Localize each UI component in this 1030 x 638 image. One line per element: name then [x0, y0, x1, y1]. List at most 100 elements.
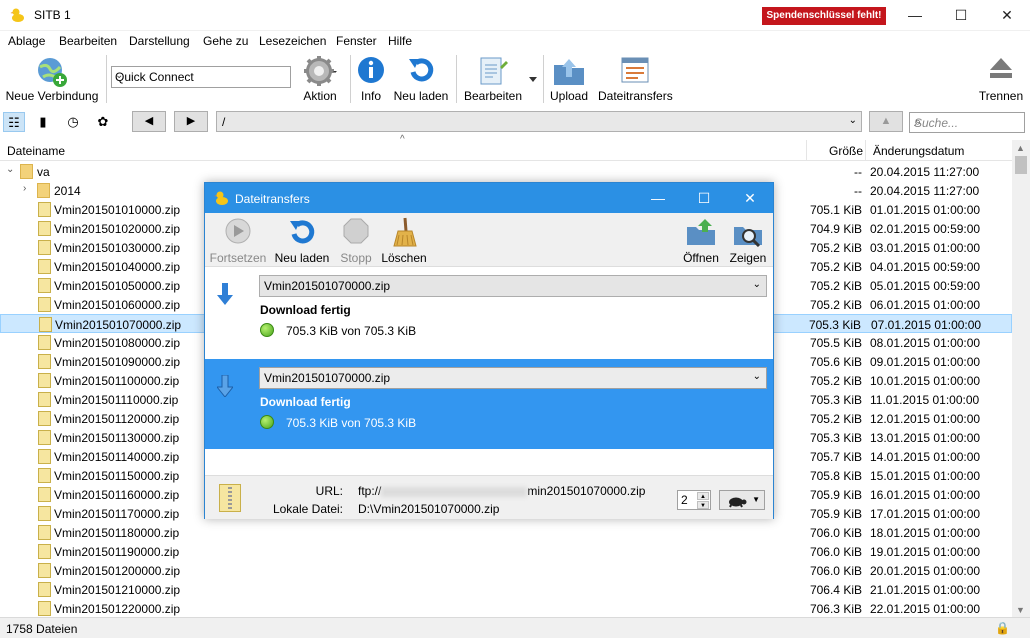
file-modified-date: 03.01.2015 01:00:00 — [870, 241, 981, 255]
chevron-down-icon: ⌄ — [848, 115, 857, 126]
file-count: 1758 Dateien — [6, 622, 78, 636]
redacted-url-part — [381, 486, 528, 497]
resume-icon — [225, 218, 251, 244]
collapsed-chevron-icon[interactable]: › — [23, 183, 26, 194]
minimize-button[interactable]: — — [892, 0, 938, 31]
clear-button[interactable]: Löschen — [379, 215, 429, 265]
menu-lesezeichen[interactable]: Lesezeichen — [259, 34, 326, 48]
transfer-item[interactable]: Vmin201501070000.zip ⌄ Download fertig 7… — [205, 267, 773, 357]
transfer-file-combo[interactable]: Vmin201501070000.zip ⌄ — [259, 367, 767, 389]
dialog-close-button[interactable]: ✕ — [727, 183, 773, 213]
disconnect-button[interactable]: Trennen — [976, 53, 1026, 105]
file-modified-date: 07.01.2015 01:00:00 — [871, 318, 982, 332]
new-connection-label: Neue Verbindung — [5, 89, 99, 103]
file-modified-date: 16.01.2015 01:00:00 — [870, 488, 981, 502]
connections-stepper[interactable]: 2 ▲ ▼ — [677, 490, 711, 510]
menu-darstellung[interactable]: Darstellung — [129, 34, 190, 48]
file-row[interactable]: Vmin201501220000.zip 706.3 KiB 22.01.2015 … — [0, 599, 1012, 617]
open-button[interactable]: Öffnen — [681, 215, 721, 265]
transfer-item-selected[interactable]: Vmin201501070000.zip ⌄ Download fertig 7… — [205, 359, 773, 449]
menu-hilfe[interactable]: Hilfe — [388, 34, 412, 48]
menu-gehe-zu[interactable]: Gehe zu — [203, 34, 248, 48]
zip-file-icon — [38, 582, 51, 597]
upload-button[interactable]: Upload — [546, 53, 592, 105]
title-bar: SITB 1 Spendenschlüssel fehlt! — ☐ ✕ — [0, 0, 1030, 31]
bandwidth-select[interactable]: ▼ — [719, 490, 765, 510]
browser-view-icon[interactable]: ☷ — [3, 112, 25, 132]
zip-file-icon — [38, 373, 51, 388]
file-modified-date: 01.01.2015 01:00:00 — [870, 203, 981, 217]
bonjour-icon[interactable]: ✿ — [92, 112, 114, 132]
file-row[interactable]: Vmin201501180000.zip 706.0 KiB 18.01.2015 … — [0, 523, 1012, 542]
menu-bearbeiten[interactable]: Bearbeiten — [59, 34, 117, 48]
stepper-up-icon[interactable]: ▲ — [697, 492, 709, 500]
stop-button[interactable]: Stopp — [337, 215, 375, 265]
file-row[interactable]: Vmin201501190000.zip 706.0 KiB 19.01.2015 … — [0, 542, 1012, 561]
resume-button[interactable]: Fortsetzen — [209, 215, 267, 265]
scroll-thumb[interactable] — [1015, 156, 1027, 174]
file-size: 705.2 KiB — [809, 374, 862, 388]
dialog-reload-button[interactable]: Neu laden — [271, 215, 333, 265]
upload-folder-icon — [554, 59, 584, 85]
file-name: Vmin201501050000.zip — [54, 279, 181, 293]
edit-button[interactable]: Bearbeiten — [462, 53, 524, 105]
back-button[interactable]: ◀ — [132, 111, 166, 132]
scroll-down-arrow-icon[interactable]: ▼ — [1016, 605, 1025, 615]
file-name: va — [37, 165, 50, 179]
file-name: Vmin201501010000.zip — [54, 203, 181, 217]
transfers-button[interactable]: Dateitransfers — [598, 53, 673, 105]
close-button[interactable]: ✕ — [984, 0, 1030, 31]
column-separator[interactable] — [806, 140, 807, 161]
lock-icon: 🔒 — [995, 621, 1010, 635]
reload-button[interactable]: Neu laden — [392, 53, 450, 105]
search-input[interactable]: Suche... ⌕ — [909, 112, 1025, 133]
history-clock-icon[interactable]: ◷ — [62, 112, 84, 132]
parent-directory-button[interactable]: ▲ — [869, 111, 903, 132]
zip-file-icon — [38, 468, 51, 483]
file-modified-date: 12.01.2015 01:00:00 — [870, 412, 981, 426]
action-button[interactable]: Aktion — [294, 53, 346, 105]
turtle-icon — [729, 497, 747, 508]
file-modified-date: 09.01.2015 01:00:00 — [870, 355, 981, 369]
file-name: Vmin201501210000.zip — [54, 583, 181, 597]
vertical-scrollbar[interactable]: ▲ ▼ — [1012, 140, 1030, 618]
dialog-maximize-button[interactable]: ☐ — [681, 183, 727, 213]
path-combo[interactable]: / ⌄ — [216, 111, 862, 132]
dialog-reload-label: Neu laden — [274, 251, 330, 265]
transfer-file-combo[interactable]: Vmin201501070000.zip ⌄ — [259, 275, 767, 297]
info-button[interactable]: Info — [354, 53, 388, 105]
folder-row[interactable]: ⌄ va -- 20.04.2015 11:27:00 — [0, 162, 1012, 181]
file-size: 705.3 KiB — [808, 318, 861, 332]
scroll-up-arrow-icon[interactable]: ▲ — [1016, 143, 1025, 153]
forward-button[interactable]: ▶ — [174, 111, 208, 132]
column-size[interactable]: Größe — [829, 144, 863, 158]
bookmarks-icon[interactable]: ▮ — [32, 112, 54, 132]
chevron-down-icon: ⌄ — [752, 371, 761, 382]
globe-icon — [38, 58, 67, 87]
file-size: -- — [854, 184, 862, 198]
donate-key-missing-button[interactable]: Spendenschlüssel fehlt! — [762, 7, 886, 25]
stepper-down-icon[interactable]: ▼ — [697, 501, 709, 509]
quick-connect-combo[interactable]: Quick Connect ⌄ — [111, 66, 291, 88]
menu-ablage[interactable]: Ablage — [8, 34, 45, 48]
file-row[interactable]: Vmin201501200000.zip 706.0 KiB 20.01.2015 … — [0, 561, 1012, 580]
menu-bar: Ablage Bearbeiten Darstellung Gehe zu Le… — [0, 31, 1030, 51]
dialog-toolbar: Fortsetzen Neu laden Stopp Löschen Öffne… — [205, 213, 773, 267]
edit-dropdown-button[interactable] — [526, 53, 540, 105]
transfer-file-name: Vmin201501070000.zip — [264, 371, 391, 385]
search-icon: ⌕ — [914, 114, 922, 129]
dialog-minimize-button[interactable]: — — [635, 183, 681, 213]
show-button[interactable]: Zeigen — [727, 215, 769, 265]
file-row[interactable]: Vmin201501210000.zip 706.4 KiB 21.01.2015 … — [0, 580, 1012, 599]
toolbar-separator — [350, 55, 351, 103]
menu-fenster[interactable]: Fenster — [336, 34, 377, 48]
transfers-label: Dateitransfers — [598, 89, 673, 103]
maximize-button[interactable]: ☐ — [938, 0, 984, 31]
show-label: Zeigen — [729, 251, 767, 265]
expanded-chevron-icon[interactable]: ⌄ — [6, 164, 14, 175]
column-filename[interactable]: Dateiname — [7, 144, 65, 158]
column-separator[interactable] — [865, 140, 866, 161]
new-connection-button[interactable]: Neue Verbindung — [4, 53, 100, 105]
zip-file-icon — [219, 484, 241, 512]
column-modified[interactable]: Änderungsdatum — [873, 144, 964, 158]
